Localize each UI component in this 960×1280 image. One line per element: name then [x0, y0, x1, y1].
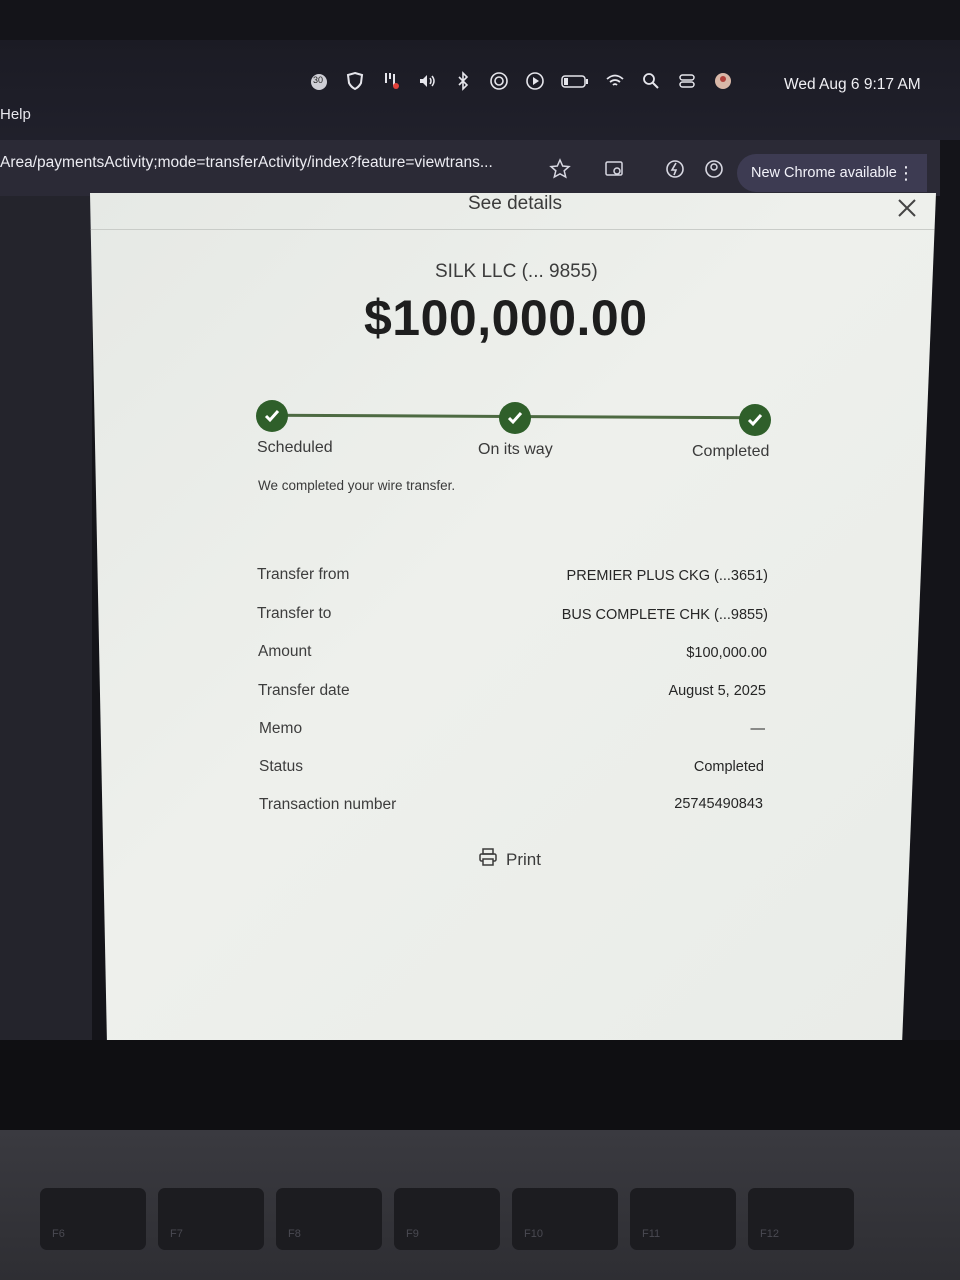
key-f7: F7 [158, 1188, 264, 1250]
status-note: We completed your wire transfer. [258, 478, 456, 493]
shield-icon[interactable] [344, 70, 366, 92]
step-label-scheduled: Scheduled [257, 439, 333, 456]
detail-label-status: Status [259, 758, 303, 775]
control-center-icon[interactable] [676, 70, 698, 92]
search-icon[interactable] [640, 70, 662, 92]
modal-header: See details [90, 193, 936, 230]
detail-value-transfer-to: BUS COMPLETE CHK (...9855) [561, 607, 768, 623]
payee-name: SILK LLC (... 9855) [435, 261, 598, 282]
key-f10: F10 [512, 1188, 618, 1250]
timer-icon[interactable]: 30 [308, 70, 330, 92]
airdrop-icon[interactable] [488, 70, 510, 92]
lens-search-icon[interactable] [604, 158, 626, 180]
background-page [0, 196, 92, 1046]
key-f12: F12 [748, 1188, 854, 1250]
address-bar[interactable]: Area/paymentsActivity;mode=transferActiv… [0, 154, 540, 172]
avatar-icon[interactable] [712, 70, 734, 92]
menu-bar-clock[interactable]: Wed Aug 6 9:17 AM [784, 76, 921, 94]
chrome-menu-icon[interactable]: ⋮ [897, 154, 915, 192]
modal-title: See details [468, 193, 563, 214]
detail-label-amount: Amount [258, 643, 312, 660]
timer-badge: 30 [313, 75, 324, 85]
detail-label-memo: Memo [259, 720, 303, 737]
profile-icon[interactable] [703, 158, 725, 180]
key-f11: F11 [630, 1188, 736, 1250]
play-icon[interactable] [524, 70, 546, 92]
detail-value-amount: $100,000.00 [686, 645, 767, 661]
volume-icon[interactable] [416, 70, 438, 92]
key-f8: F8 [276, 1188, 382, 1250]
detail-value-status: Completed [693, 759, 764, 775]
step-label-on-its-way: On its way [478, 441, 553, 458]
detail-label-transfer-to: Transfer to [257, 605, 332, 622]
battery-icon[interactable] [560, 70, 590, 92]
key-f9: F9 [394, 1188, 500, 1250]
tools-icon[interactable] [380, 70, 402, 92]
detail-value-transaction-number: 25745490843 [674, 796, 763, 812]
detail-label-transfer-from: Transfer from [257, 566, 350, 583]
key-f6: F6 [40, 1188, 146, 1250]
transfer-details-modal: See details SILK LLC (... 9855) $100,000… [90, 193, 936, 1041]
bookmark-star-icon[interactable] [549, 158, 571, 180]
chrome-badge-label: New Chrome available [751, 165, 897, 181]
step-on-its-way-check-icon [499, 402, 531, 434]
bluetooth-icon[interactable] [452, 70, 474, 92]
printer-icon [478, 847, 498, 872]
detail-value-transfer-from: PREMIER PLUS CKG (...3651) [566, 568, 768, 584]
step-label-completed: Completed [692, 443, 770, 460]
step-scheduled-check-icon [256, 400, 288, 432]
wifi-icon[interactable] [604, 70, 626, 92]
print-button[interactable]: Print [478, 847, 541, 872]
new-chrome-available-button[interactable]: New Chrome available ⋮ [737, 154, 927, 192]
help-menu[interactable]: Help [0, 106, 31, 123]
print-label: Print [506, 849, 541, 869]
detail-label-transfer-date: Transfer date [258, 682, 350, 699]
extension-icon[interactable] [664, 158, 686, 180]
close-icon[interactable] [896, 197, 918, 219]
detail-value-memo: — [750, 721, 766, 737]
detail-label-transaction-number: Transaction number [259, 796, 397, 813]
detail-value-transfer-date: August 5, 2025 [668, 683, 766, 699]
transfer-amount: $100,000.00 [364, 290, 648, 346]
status-tray: 30 [308, 70, 734, 92]
laptop-bezel [0, 1040, 960, 1130]
step-completed-check-icon [739, 404, 771, 436]
